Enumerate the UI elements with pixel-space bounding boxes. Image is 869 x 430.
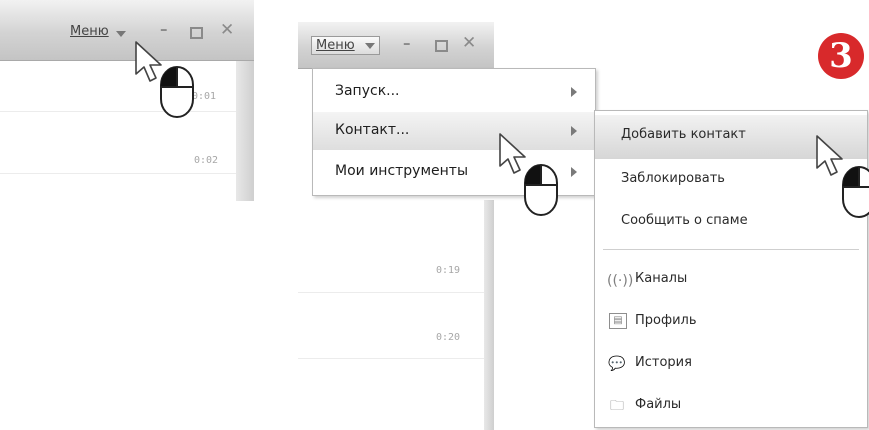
history-icon: 💬: [608, 356, 626, 372]
right-row-divider: [298, 292, 484, 293]
right-maximize-icon[interactable]: [435, 40, 448, 52]
mouse-left-click-icon: [524, 164, 558, 216]
menu-item-contact-label: Контакт...: [335, 122, 410, 138]
left-timestamp-2: 0:02: [194, 155, 219, 166]
left-menu-label: Меню: [70, 24, 109, 39]
submenu-item-label: Заблокировать: [621, 171, 725, 186]
menu-item-contact[interactable]: Контакт...: [313, 112, 595, 150]
submenu-item-history[interactable]: 💬 История: [595, 343, 867, 387]
menu-item-my-tools-label: Мои инструменты: [335, 163, 469, 179]
submenu-separator: [603, 249, 859, 250]
right-close-icon[interactable]: ✕: [462, 33, 476, 53]
submenu-arrow-icon: [571, 87, 577, 97]
submenu-item-files[interactable]: 🗀 Файлы: [595, 385, 867, 429]
submenu-item-label: Профиль: [635, 313, 697, 328]
submenu-arrow-icon: [571, 167, 577, 177]
right-minimize-icon[interactable]: –: [403, 34, 411, 52]
profile-icon: ▤: [609, 313, 627, 329]
mouse-left-click-icon: [842, 166, 869, 218]
submenu-item-label: История: [635, 355, 692, 370]
right-timestamp-2: 0:20: [436, 332, 461, 343]
left-menu-button[interactable]: Меню: [70, 24, 109, 39]
menu-item-launch-label: Запуск...: [335, 83, 400, 99]
submenu-item-label: Сообщить о спаме: [621, 213, 748, 228]
channels-icon: ((·)): [607, 273, 634, 289]
left-row-divider: [0, 173, 236, 174]
left-pane-scroll-edge: [236, 61, 254, 201]
right-timestamp-1: 0:19: [436, 265, 461, 276]
left-chat-pane: 0:01 0:02: [0, 61, 236, 201]
right-menu-dropdown-arrow-icon: [364, 42, 375, 49]
left-maximize-icon[interactable]: [190, 27, 203, 39]
right-row-divider: [298, 358, 484, 359]
right-pane-scroll-edge: [484, 200, 494, 430]
submenu-item-report-spam[interactable]: Сообщить о спаме: [595, 201, 867, 245]
step-number-badge: 3: [818, 33, 864, 79]
submenu-item-channels[interactable]: ((·)) Каналы: [595, 259, 867, 303]
left-close-icon[interactable]: ✕: [220, 20, 234, 40]
right-title-bar: Меню – ✕: [298, 22, 494, 69]
left-mouse-left-click-icon: [160, 66, 194, 118]
menu-item-launch[interactable]: Запуск...: [313, 73, 595, 111]
right-chat-pane: 0:19 0:20: [298, 200, 484, 430]
left-minimize-icon[interactable]: –: [160, 20, 168, 38]
submenu-arrow-icon: [571, 126, 577, 136]
right-menu-label: Меню: [316, 38, 355, 53]
files-icon: 🗀: [610, 398, 624, 414]
submenu-item-profile[interactable]: ▤ Профиль: [595, 301, 867, 345]
submenu-item-label: Каналы: [635, 271, 688, 286]
submenu-item-label: Добавить контакт: [621, 127, 746, 142]
submenu-item-label: Файлы: [635, 397, 682, 412]
left-row-divider: [0, 111, 236, 112]
right-menu-button[interactable]: Меню: [311, 36, 380, 55]
left-menu-dropdown-arrow-icon[interactable]: [116, 31, 126, 37]
left-title-bar: Меню – ✕: [0, 0, 254, 61]
